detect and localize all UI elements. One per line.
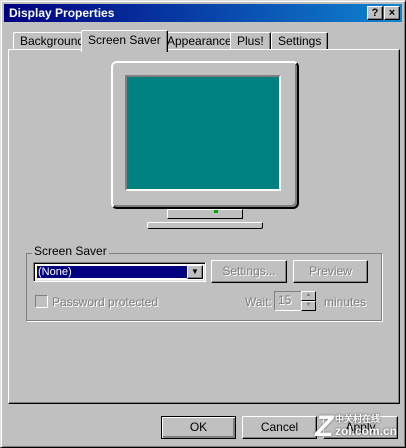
window-title: Display Properties [9,6,115,20]
help-icon: ? [371,7,379,19]
screen-saver-selected: (None) [36,265,190,279]
power-light-icon [214,210,218,213]
wait-spin-down-button[interactable]: ▼ [301,301,316,311]
tab-plus[interactable]: Plus! [230,32,271,50]
watermark-url: zol.com.cn [335,424,398,438]
monitor-base [147,222,263,229]
tab-label: Screen Saver [88,33,161,47]
chevron-down-icon: ▼ [305,302,312,308]
title-bar[interactable]: Display Properties ? × [4,4,402,22]
monitor-stand [167,209,243,219]
password-protected-checkbox[interactable] [35,295,48,308]
tab-background[interactable]: Background [13,32,92,50]
cancel-button[interactable]: Cancel [242,416,317,439]
preview-screen [125,75,281,191]
tab-screen-saver[interactable]: Screen Saver [81,30,168,52]
display-properties-window: Display Properties ? × Background Screen… [0,0,406,448]
tab-appearance[interactable]: Appearance [160,32,239,50]
password-protected-label: Password protected [52,295,159,309]
wait-units-label: minutes [324,295,367,309]
dropdown-button[interactable]: ▼ [187,265,203,279]
wait-label: Wait: [245,295,272,309]
tab-settings[interactable]: Settings [271,32,329,50]
tab-label: Appearance [167,34,232,48]
screen-saver-select[interactable]: (None) ▼ [33,262,206,282]
chevron-up-icon: ▲ [305,292,312,298]
tab-label: Plus! [237,34,264,48]
tab-label: Settings [278,34,322,48]
wait-spin-up-button[interactable]: ▲ [301,291,316,301]
screen-saver-group-label: Screen Saver [32,244,109,258]
close-icon: × [388,7,396,19]
tab-label: Background [20,34,85,48]
settings-button[interactable]: Settings... [211,260,287,283]
close-button[interactable]: × [384,6,400,20]
help-button[interactable]: ? [367,6,383,20]
chevron-down-icon: ▼ [191,267,199,276]
ok-button[interactable]: OK [161,416,236,439]
zol-logo-icon: Z [315,410,334,443]
wait-minutes-input[interactable]: 15 [274,291,302,311]
preview-button[interactable]: Preview [293,260,368,283]
zol-watermark: Z 中关村在线 zol.com.cn [315,406,405,446]
